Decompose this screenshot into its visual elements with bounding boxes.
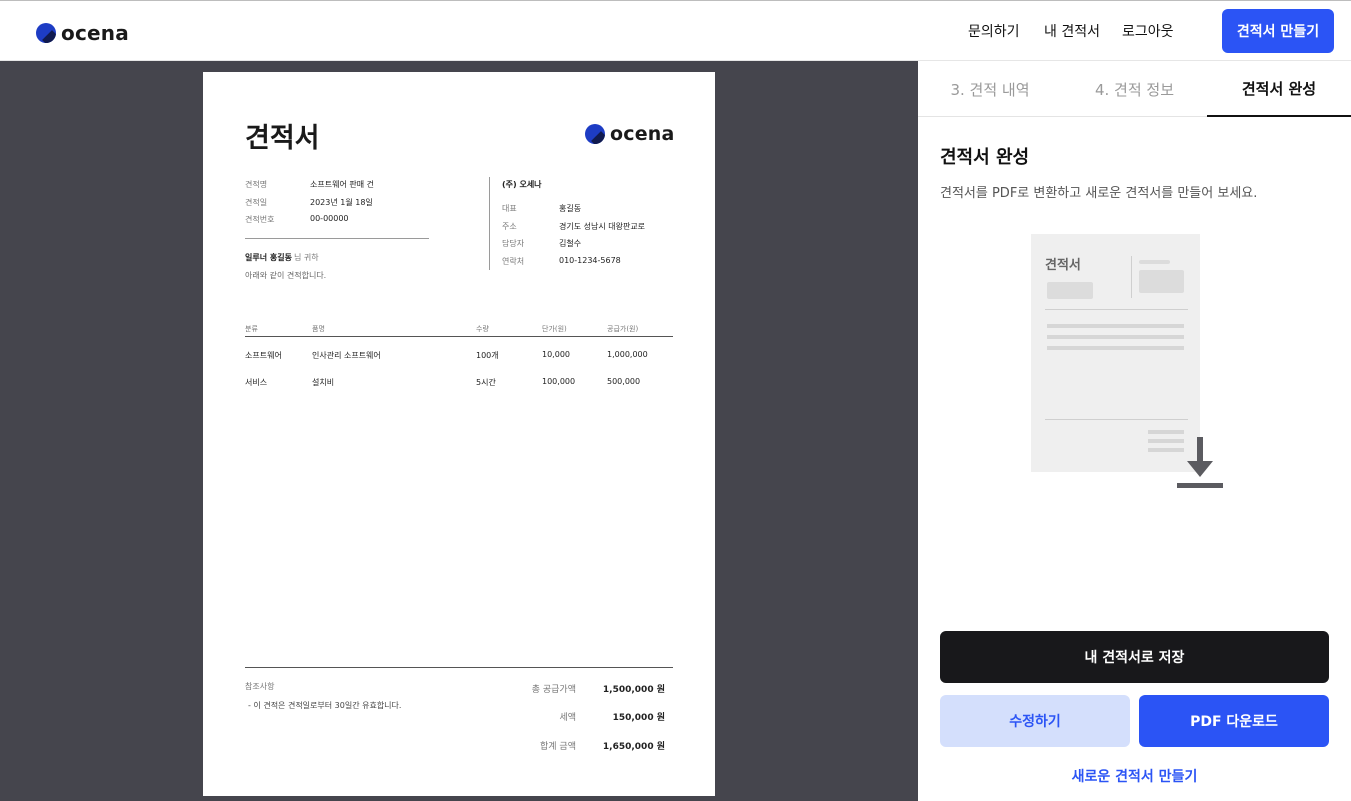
document-title: 견적서 (245, 123, 320, 154)
meta-label: 견적번호 (245, 215, 275, 224)
table-cell: 서비스 (245, 378, 268, 387)
table-header: 공급가(원) (607, 325, 639, 333)
recipient-note: 아래와 같이 견적합니다. (245, 271, 327, 280)
table-header: 단가(원) (542, 325, 567, 333)
company-divider (489, 177, 490, 270)
illustration-divider (1131, 256, 1132, 298)
nav-contact[interactable]: 문의하기 (968, 21, 1020, 41)
edit-button[interactable]: 수정하기 (940, 695, 1130, 747)
company-field-value: 010-1234-5678 (559, 256, 621, 265)
tax-value: 150,000 원 (612, 713, 665, 723)
app: ocena 문의하기 내 견적서 로그아웃 견적서 만들기 견적서 ocena … (0, 0, 1351, 801)
meta-label: 견적명 (245, 180, 268, 189)
document-preview-area: 견적서 ocena 견적명 소프트웨어 판매 건 견적일 2023년 1월 18… (0, 61, 918, 801)
tab-quote-info[interactable]: 4. 견적 정보 (1062, 61, 1207, 117)
top-header: ocena 문의하기 내 견적서 로그아웃 견적서 만들기 (0, 1, 1351, 61)
tax-label: 세액 (559, 713, 576, 723)
nav-my-quotes[interactable]: 내 견적서 (1044, 21, 1100, 41)
company-field-label: 주소 (502, 222, 517, 231)
logo-mark-icon (585, 124, 605, 144)
illustration-line (1047, 346, 1184, 350)
nav-logout[interactable]: 로그아웃 (1122, 21, 1174, 41)
quote-document: 견적서 ocena 견적명 소프트웨어 판매 건 견적일 2023년 1월 18… (203, 72, 715, 796)
illustration-line (1045, 419, 1188, 420)
illustration-block (1139, 270, 1184, 293)
total-value: 1,500,000 원 (602, 685, 665, 695)
illustration-line (1047, 335, 1184, 339)
ocena-logo[interactable]: ocena (36, 21, 129, 45)
table-cell: 설치비 (312, 378, 335, 387)
table-cell: 1,000,000 (607, 350, 648, 359)
meta-value: 2023년 1월 18일 (310, 198, 373, 207)
side-panel: 3. 견적 내역 4. 견적 정보 견적서 완성 견적서 완성 견적서를 PDF… (918, 61, 1351, 801)
tab-quote-complete[interactable]: 견적서 완성 (1207, 61, 1351, 117)
company-field-label: 연락처 (502, 257, 525, 266)
company-field-label: 담당자 (502, 239, 525, 248)
illustration-line (1148, 430, 1184, 434)
illustration-block (1139, 260, 1170, 264)
company-field-value: 홍길동 (559, 204, 582, 213)
logo-mark-icon (36, 23, 56, 43)
table-cell: 5시간 (476, 378, 496, 387)
illustration-line (1047, 324, 1184, 328)
table-cell: 500,000 (607, 377, 641, 386)
download-icon (1177, 437, 1223, 488)
table-cell: 100개 (476, 351, 499, 360)
panel-description: 견적서를 PDF로 변환하고 새로운 견적서를 만들어 보세요. (940, 186, 1258, 201)
table-header-line (245, 336, 673, 337)
footer-line (245, 667, 673, 668)
company-field-value: 김철수 (559, 239, 582, 248)
notes-label: 참조사항 (245, 682, 275, 691)
logo-text: ocena (61, 21, 129, 45)
tab-quote-items[interactable]: 3. 견적 내역 (918, 61, 1062, 117)
meta-label: 견적일 (245, 198, 268, 207)
meta-value: 00-00000 (310, 214, 349, 223)
table-cell: 100,000 (542, 377, 576, 386)
panel-title: 견적서 완성 (940, 147, 1030, 168)
recipient-name: 일루너 홍길동 (245, 253, 292, 262)
step-tabs: 3. 견적 내역 4. 견적 정보 견적서 완성 (918, 61, 1351, 117)
company-field-label: 대표 (502, 204, 517, 213)
recipient-suffix: 님 귀하 (294, 253, 319, 262)
document-logo: ocena (585, 123, 675, 145)
meta-divider (245, 238, 429, 239)
save-to-my-quotes-button[interactable]: 내 견적서로 저장 (940, 631, 1329, 683)
illustration-block (1047, 282, 1093, 299)
pdf-download-button[interactable]: PDF 다운로드 (1139, 695, 1329, 747)
table-cell: 인사관리 소프트웨어 (312, 351, 381, 360)
illustration-title: 견적서 (1045, 258, 1081, 273)
company-name: (주) 오세나 (502, 180, 542, 189)
table-cell: 10,000 (542, 350, 570, 359)
document-logo-text: ocena (610, 123, 675, 145)
company-field-value: 경기도 성남시 대왕판교로 (559, 222, 646, 231)
meta-value: 소프트웨어 판매 건 (310, 180, 374, 189)
total-label: 총 공급가액 (531, 685, 576, 695)
create-quote-button[interactable]: 견적서 만들기 (1222, 9, 1334, 53)
grand-total-value: 1,650,000 원 (602, 742, 665, 752)
table-cell: 소프트웨어 (245, 351, 282, 360)
new-quote-link[interactable]: 새로운 견적서 만들기 (940, 766, 1329, 786)
grand-total-label: 합계 금액 (540, 742, 576, 752)
illustration-line (1045, 309, 1188, 310)
quote-illustration: 견적서 (1031, 234, 1200, 472)
table-header: 수량 (476, 325, 489, 333)
table-header: 분류 (245, 325, 258, 333)
notes-text: - 이 견적은 견적일로부터 30일간 유효합니다. (248, 701, 402, 710)
table-header: 품명 (312, 325, 325, 333)
